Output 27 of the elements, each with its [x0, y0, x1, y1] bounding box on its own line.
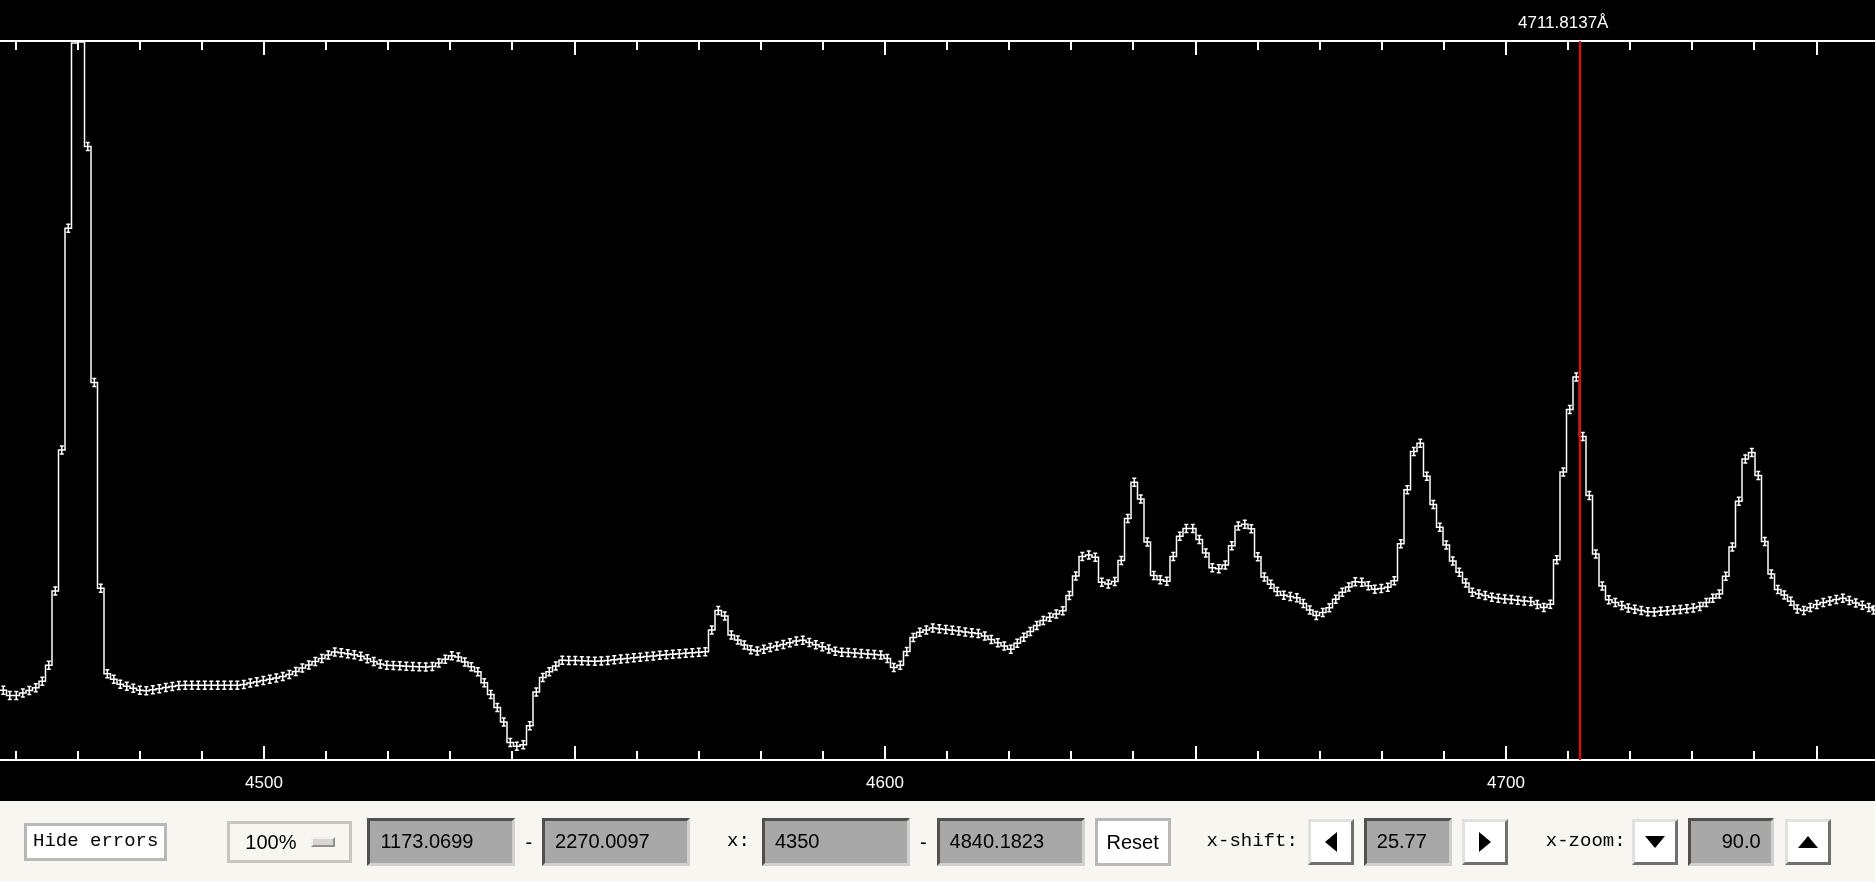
axis-tick-label: 4500	[245, 774, 283, 791]
x-zoom-label: x-zoom:	[1545, 829, 1626, 855]
axis-tick-label: 4700	[1487, 774, 1525, 791]
reset-button[interactable]: Reset	[1094, 817, 1171, 866]
down-triangle-icon	[1644, 835, 1665, 848]
right-triangle-icon	[1478, 831, 1491, 852]
x-shift-field[interactable]: 25.77	[1363, 817, 1452, 866]
shift-right-button[interactable]	[1461, 818, 1508, 865]
x-zoom-field[interactable]: 90.0	[1687, 817, 1774, 866]
range-separator: -	[919, 829, 927, 855]
zoom-up-button[interactable]	[1784, 818, 1831, 865]
shift-left-button[interactable]	[1307, 818, 1354, 865]
y-range-from-field[interactable]: 1173.0699	[367, 817, 516, 866]
hide-errors-button[interactable]: Hide errors	[24, 822, 168, 861]
x-range-to-field[interactable]: 4840.1823	[936, 817, 1085, 866]
zoom-down-button[interactable]	[1631, 818, 1678, 865]
x-shift-label: x-shift:	[1206, 829, 1298, 855]
x-range-from-field[interactable]: 4350	[761, 817, 910, 866]
scale-menu-button[interactable]: 100%	[227, 820, 353, 863]
up-triangle-icon	[1797, 835, 1818, 848]
cursor-wavelength-label: 4711.8137Å	[1518, 14, 1609, 31]
y-range-to-field[interactable]: 2270.0097	[542, 817, 691, 866]
x-range-label: x:	[727, 829, 750, 855]
left-triangle-icon	[1324, 831, 1337, 852]
range-separator: -	[525, 829, 533, 855]
axis-tick-label: 4600	[866, 774, 904, 791]
menu-indicator-icon	[310, 836, 335, 847]
